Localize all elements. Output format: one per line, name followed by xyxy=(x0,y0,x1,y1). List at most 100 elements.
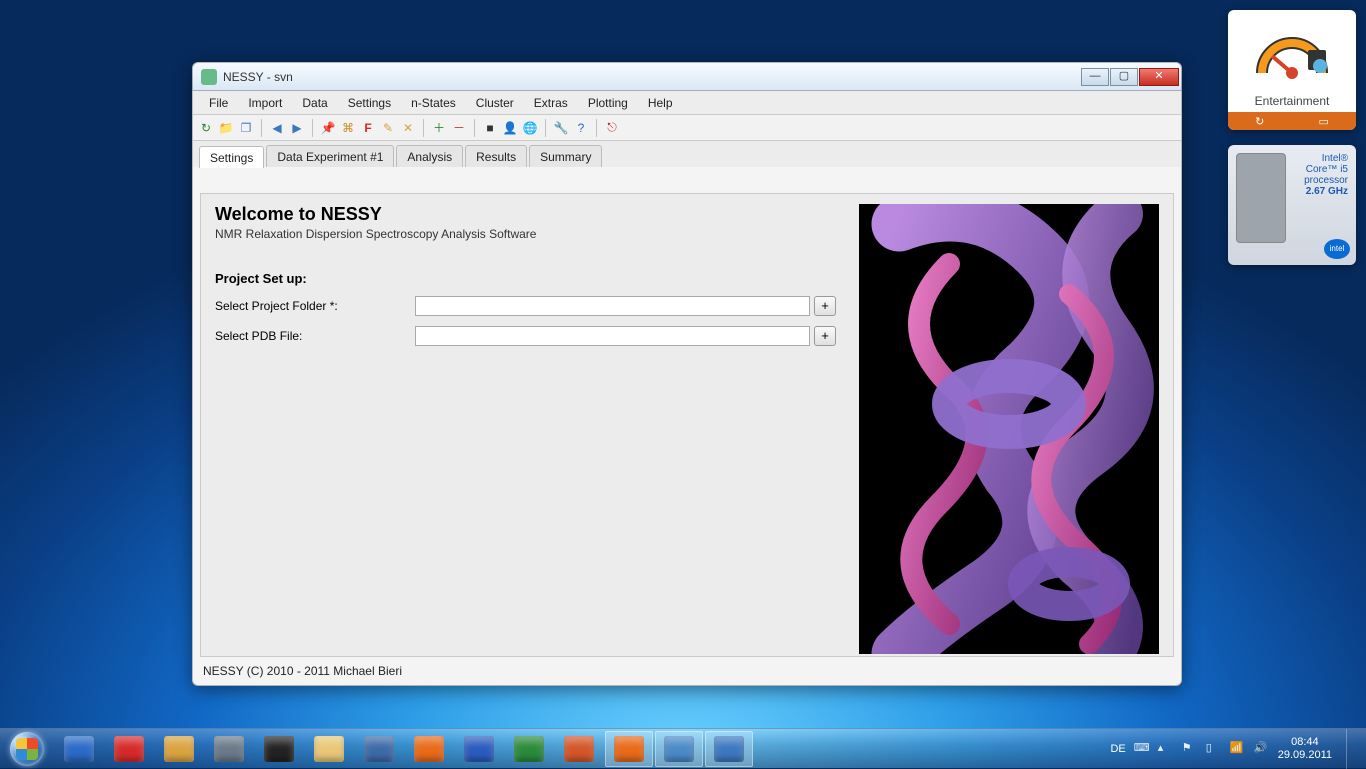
tab-analysis[interactable]: Analysis xyxy=(396,145,463,167)
toolbar-back-icon[interactable]: ◀ xyxy=(268,119,286,137)
toolbar-help-icon[interactable]: ? xyxy=(572,119,590,137)
pdb-file-row: Select PDB File: + xyxy=(215,326,851,346)
tabstrip: SettingsData Experiment #1AnalysisResult… xyxy=(193,141,1181,167)
menu-data[interactable]: Data xyxy=(292,92,337,114)
project-folder-browse-button[interactable]: + xyxy=(814,296,836,316)
volume-icon[interactable]: 🔊 xyxy=(1254,741,1270,757)
statusbar: NESSY (C) 2010 - 2011 Michael Bieri xyxy=(199,661,1175,681)
window-title: NESSY - svn xyxy=(223,70,293,84)
minimize-button[interactable]: — xyxy=(1081,68,1109,86)
toolbar-separator xyxy=(596,119,597,137)
project-folder-input[interactable] xyxy=(415,296,810,316)
toolbar-rec-icon[interactable]: ■ xyxy=(481,119,499,137)
menu-file[interactable]: File xyxy=(199,92,238,114)
statusbar-text: NESSY (C) 2010 - 2011 Michael Bieri xyxy=(203,664,402,678)
toolbar-separator xyxy=(474,119,475,137)
cpu-gadget: Intel® Core™ i5 processor 2.67 GHz intel xyxy=(1228,145,1356,265)
pdb-file-label: Select PDB File: xyxy=(215,329,415,343)
toolbar-separator xyxy=(545,119,546,137)
toolbar-user-icon[interactable]: 👤 xyxy=(501,119,519,137)
taskbar-app-orange[interactable] xyxy=(605,731,653,767)
menu-help[interactable]: Help xyxy=(638,92,683,114)
menu-settings[interactable]: Settings xyxy=(338,92,401,114)
toolbar-remove-icon[interactable]: － xyxy=(450,119,468,137)
language-indicator[interactable]: DE xyxy=(1110,743,1125,755)
toolbar-separator xyxy=(423,119,424,137)
toolbar-F-icon[interactable]: F xyxy=(359,119,377,137)
toolbar-forward-icon[interactable]: ▶ xyxy=(288,119,306,137)
toolbar-globe-icon[interactable]: 🌐 xyxy=(521,119,539,137)
clock-time: 08:44 xyxy=(1278,736,1332,749)
toolbar-exit-icon[interactable]: ⎋ xyxy=(603,119,621,137)
toolbar-folder-icon[interactable]: 📁 xyxy=(217,119,235,137)
tab-settings[interactable]: Settings xyxy=(199,146,264,168)
content-area: Welcome to NESSY NMR Relaxation Dispersi… xyxy=(200,193,1174,657)
network-icon[interactable]: 📶 xyxy=(1230,741,1246,757)
taskbar-app-firefox[interactable] xyxy=(405,731,453,767)
close-button[interactable]: ✕ xyxy=(1139,68,1179,86)
structure-preview xyxy=(859,204,1159,654)
show-desktop-button[interactable] xyxy=(1346,729,1356,769)
settings-pane: Welcome to NESSY NMR Relaxation Dispersi… xyxy=(215,204,851,646)
menu-extras[interactable]: Extras xyxy=(524,92,578,114)
taskbar-app-lamp[interactable] xyxy=(155,731,203,767)
taskbar-app-word[interactable] xyxy=(455,731,503,767)
toolbar-copy-icon[interactable]: ❐ xyxy=(237,119,255,137)
tab-summary[interactable]: Summary xyxy=(529,145,602,167)
taskbar-app-explorer[interactable] xyxy=(305,731,353,767)
she-reload-icon[interactable]: ↻ xyxy=(1255,115,1264,128)
taskbar-app-python[interactable] xyxy=(705,731,753,767)
flag-icon[interactable]: ⚑ xyxy=(1182,741,1198,757)
taskbar-app-controlpanel[interactable] xyxy=(655,731,703,767)
taskbar-app-powerpoint[interactable] xyxy=(555,731,603,767)
keyboard-icon[interactable]: ⌨ xyxy=(1134,741,1150,757)
gauge-icon xyxy=(1228,14,1356,92)
menubar: FileImportDataSettingsn-StatesClusterExt… xyxy=(193,91,1181,115)
she-gadget: Entertainment ↻ ▭ xyxy=(1228,10,1356,130)
start-button[interactable] xyxy=(0,729,54,769)
toolbar: ↻📁❐ ◀▶ 📌⌘F✎✕ ＋－ ■👤🌐 🔧? ⎋ xyxy=(193,115,1181,141)
menu-import[interactable]: Import xyxy=(238,92,292,114)
taskbar: DE ⌨ ▴ ⚑ ▯ 📶 🔊 08:44 29.09.2011 xyxy=(0,728,1366,768)
toolbar-pin-icon[interactable]: 📌 xyxy=(319,119,337,137)
pdb-file-input[interactable] xyxy=(415,326,810,346)
toolbar-edit-icon[interactable]: ✎ xyxy=(379,119,397,137)
toolbar-separator xyxy=(261,119,262,137)
toolbar-separator xyxy=(312,119,313,137)
project-folder-row: Select Project Folder *: + xyxy=(215,296,851,316)
clock-date: 29.09.2011 xyxy=(1278,749,1332,762)
taskbar-app-terminal[interactable] xyxy=(255,731,303,767)
toolbar-wrench-icon[interactable]: 🔧 xyxy=(552,119,570,137)
pdb-file-browse-button[interactable]: + xyxy=(814,326,836,346)
section-heading: Project Set up: xyxy=(215,271,851,286)
taskbar-app-itunes[interactable] xyxy=(55,731,103,767)
system-tray: DE ⌨ ▴ ⚑ ▯ 📶 🔊 08:44 29.09.2011 xyxy=(1110,729,1360,769)
toolbar-refresh-icon[interactable]: ↻ xyxy=(197,119,215,137)
taskbar-app-ifolor[interactable] xyxy=(105,731,153,767)
project-folder-label: Select Project Folder *: xyxy=(215,299,415,313)
toolbar-add-icon[interactable]: ＋ xyxy=(430,119,448,137)
taskbar-app-excel[interactable] xyxy=(505,731,553,767)
intel-badge: intel xyxy=(1324,239,1350,259)
page-subtitle: NMR Relaxation Dispersion Spectroscopy A… xyxy=(215,227,851,241)
she-gadget-footer[interactable]: ↻ ▭ xyxy=(1228,112,1356,130)
maximize-button[interactable]: ▢ xyxy=(1110,68,1138,86)
battery-icon[interactable]: ▯ xyxy=(1206,741,1222,757)
she-expand-icon[interactable]: ▭ xyxy=(1319,115,1329,128)
taskbar-app-virtualbox[interactable] xyxy=(205,731,253,767)
tray-chevron-icon[interactable]: ▴ xyxy=(1158,741,1174,757)
titlebar[interactable]: NESSY - svn — ▢ ✕ xyxy=(193,63,1181,91)
taskbar-app-thunderbird[interactable] xyxy=(355,731,403,767)
tab-results[interactable]: Results xyxy=(465,145,527,167)
app-icon xyxy=(201,69,217,85)
clock[interactable]: 08:44 29.09.2011 xyxy=(1278,736,1332,762)
menu-cluster[interactable]: Cluster xyxy=(466,92,524,114)
toolbar-cmd-icon[interactable]: ⌘ xyxy=(339,119,357,137)
page-title: Welcome to NESSY xyxy=(215,204,851,225)
menu-n-states[interactable]: n-States xyxy=(401,92,466,114)
app-window: NESSY - svn — ▢ ✕ FileImportDataSettings… xyxy=(192,62,1182,686)
chip-icon xyxy=(1236,153,1286,243)
toolbar-delete-icon[interactable]: ✕ xyxy=(399,119,417,137)
tab-data-experiment-1[interactable]: Data Experiment #1 xyxy=(266,145,394,167)
menu-plotting[interactable]: Plotting xyxy=(578,92,638,114)
